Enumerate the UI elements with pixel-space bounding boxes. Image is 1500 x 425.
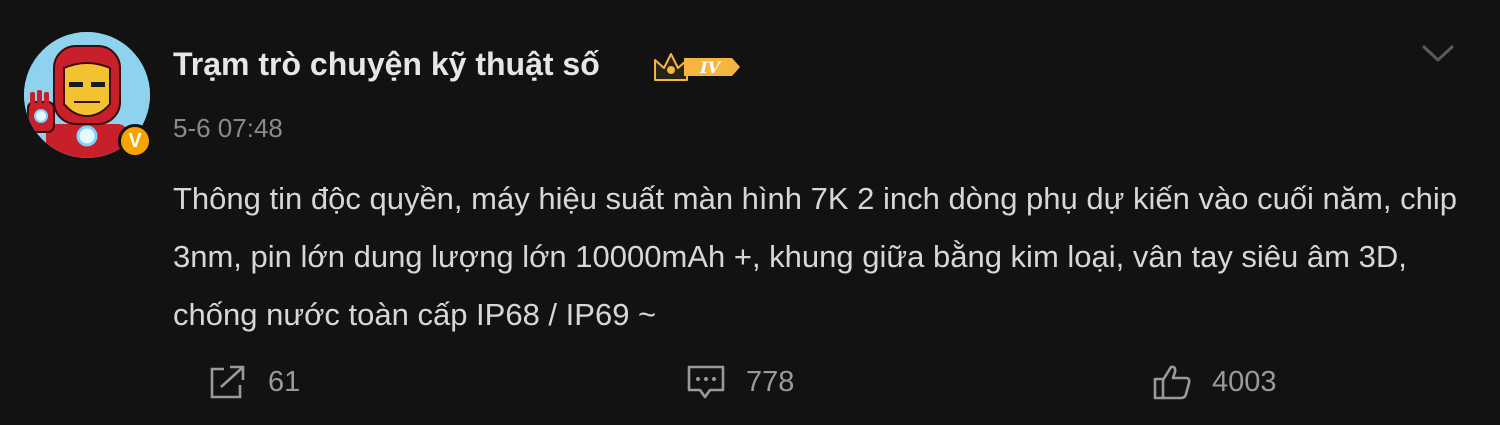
like-count: 4003 — [1212, 365, 1277, 398]
post-timestamp[interactable]: 5-6 07:48 — [173, 113, 283, 144]
like-button[interactable]: 4003 — [1152, 358, 1277, 406]
verified-mark-letter: V — [128, 130, 142, 152]
level-badge-text: IV — [699, 58, 721, 77]
author-avatar[interactable]: V — [24, 32, 152, 158]
weibo-post-card: V Trạm trò chuyện kỹ thuật số IV 5-6 07:… — [0, 0, 1500, 425]
chevron-down-icon[interactable] — [1420, 40, 1456, 66]
share-icon — [210, 365, 245, 399]
comment-icon — [687, 365, 725, 399]
comment-count: 778 — [746, 365, 795, 398]
thumbs-up-icon — [1153, 365, 1191, 400]
author-name[interactable]: Trạm trò chuyện kỹ thuật số — [173, 46, 600, 83]
share-count: 61 — [268, 365, 301, 398]
level-crown-badge: IV — [654, 53, 740, 81]
comment-button[interactable]: 778 — [686, 358, 794, 406]
post-body-text: Thông tin độc quyền, máy hiệu suất màn h… — [173, 181, 1457, 332]
verified-badge: V — [118, 124, 152, 158]
share-button[interactable]: 61 — [208, 358, 300, 406]
